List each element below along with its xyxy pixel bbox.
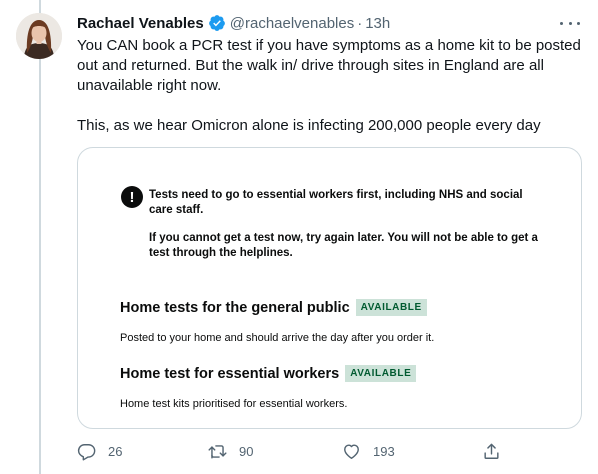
option-description-general-public: Posted to your home and should arrive th… xyxy=(120,332,435,344)
tweet-header: Rachael Venables @rachaelvenables · 13h xyxy=(77,12,584,34)
separator-dot: · xyxy=(357,14,363,32)
share-icon xyxy=(484,443,499,459)
option-title-text: Home tests for the general public xyxy=(120,299,350,316)
retweet-icon xyxy=(208,445,227,459)
warning-text: Tests need to go to essential workers fi… xyxy=(149,188,549,261)
attached-image-card[interactable]: ! Tests need to go to essential workers … xyxy=(77,147,582,429)
warning-exclamation-icon: ! xyxy=(121,186,143,208)
reply-button[interactable]: 26 xyxy=(77,442,122,461)
more-options-icon[interactable] xyxy=(560,14,580,32)
like-button[interactable]: 193 xyxy=(342,442,395,461)
avatar-image xyxy=(16,13,62,59)
option-title-essential-workers: Home test for essential workers AVAILABL… xyxy=(120,365,417,382)
author-handle[interactable]: @rachaelvenables xyxy=(230,15,354,32)
option-title-general-public: Home tests for the general public AVAILA… xyxy=(120,299,427,316)
reply-count: 26 xyxy=(108,444,123,459)
avatar[interactable] xyxy=(16,13,62,59)
heart-icon xyxy=(344,444,359,459)
tweet-text: You CAN book a PCR test if you have symp… xyxy=(77,37,581,134)
like-count: 193 xyxy=(373,444,395,459)
author-name[interactable]: Rachael Venables xyxy=(77,15,204,32)
retweet-button[interactable]: 90 xyxy=(208,442,253,461)
thread-line xyxy=(39,0,41,474)
reply-icon xyxy=(77,444,96,461)
available-badge: AVAILABLE xyxy=(345,365,417,382)
verified-badge-icon xyxy=(208,14,226,32)
tweet-actions-bar: 26 90 193 xyxy=(77,442,507,466)
share-button[interactable] xyxy=(482,442,501,461)
warning-line-1: Tests need to go to essential workers fi… xyxy=(149,189,523,216)
retweet-count: 90 xyxy=(239,444,254,459)
option-description-essential-workers: Home test kits prioritised for essential… xyxy=(120,398,348,410)
warning-line-2: If you cannot get a test now, try again … xyxy=(149,232,538,259)
timestamp[interactable]: 13h xyxy=(365,15,390,32)
available-badge: AVAILABLE xyxy=(355,299,427,316)
option-title-text: Home test for essential workers xyxy=(120,365,340,382)
